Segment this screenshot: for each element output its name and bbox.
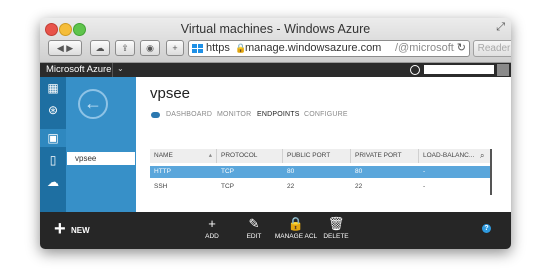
reload-icon[interactable]: ↻ <box>454 41 466 56</box>
column-header-public-port[interactable]: PUBLIC PORT <box>283 149 351 163</box>
globe-icon[interactable] <box>410 65 420 75</box>
trash-icon: 🗑 <box>327 216 345 231</box>
help-icon[interactable]: ? <box>482 224 491 233</box>
address-bar[interactable]: https 🔒 manage.windowsazure.com /@micros… <box>188 40 470 57</box>
share-icon: ⇪ <box>121 43 129 53</box>
portal-search-input[interactable] <box>424 65 494 74</box>
chevron-down-icon[interactable]: ⌄ <box>117 64 124 73</box>
service-nav: ▦ ⊛ ▣ ▯ ☁ <box>40 77 66 212</box>
table-row[interactable]: HTTP TCP 80 80 - <box>150 166 490 178</box>
mobile-services-icon[interactable]: ▯ <box>46 153 60 167</box>
tab-dashboard[interactable]: DASHBOARD <box>166 111 212 118</box>
sort-arrow-icon: ▴ <box>208 152 212 159</box>
cell-load-balanced: - <box>423 183 426 190</box>
avatar[interactable] <box>497 64 509 76</box>
share-button[interactable]: ⇪ <box>115 40 135 56</box>
tab-configure[interactable]: CONFIGURE <box>304 111 348 118</box>
virtual-machines-icon[interactable]: ▣ <box>46 131 60 145</box>
cell-public-port: 22 <box>287 183 295 190</box>
table-header: NAME ▴ PROTOCOL PUBLIC PORT PRIVATE PORT … <box>150 149 492 163</box>
cell-protocol: TCP <box>221 183 234 190</box>
column-header-private-port[interactable]: PRIVATE PORT <box>351 149 419 163</box>
table-row[interactable]: SSH TCP 22 22 - <box>150 181 490 193</box>
search-icon[interactable]: ⌕ <box>480 151 484 161</box>
column-header-load-balanced[interactable]: LOAD-BALANC... <box>419 149 476 163</box>
cell-load-balanced: - <box>423 168 426 175</box>
command-bar: + NEW + ADD ✎ EDIT 🔒 MANAGE ACL 🗑 DELETE… <box>40 212 511 249</box>
cell-name: HTTP <box>154 168 171 175</box>
portal-brand[interactable]: Microsoft Azure <box>46 64 111 75</box>
tab-monitor[interactable]: MONITOR <box>217 111 251 118</box>
back-arrow-icon[interactable]: ← <box>78 89 108 119</box>
subnav-item-vpsee[interactable]: vpsee <box>67 152 135 165</box>
sub-navigation: ← vpsee <box>66 77 136 212</box>
main-content: vpsee DASHBOARD MONITOR ENDPOINTS CONFIG… <box>136 77 511 212</box>
back-icon[interactable]: ◀ <box>57 43 64 53</box>
cell-private-port: 22 <box>355 183 363 190</box>
back-forward-buttons[interactable]: ◀ ▶ <box>48 40 82 56</box>
url-host: manage.windowsazure.com <box>245 42 382 54</box>
windows-logo-icon <box>192 44 203 53</box>
all-items-icon[interactable]: ▦ <box>46 81 60 95</box>
page-title: vpsee <box>150 85 191 102</box>
portal-header: Microsoft Azure ⌄ <box>40 63 511 77</box>
delete-button[interactable]: 🗑 DELETE <box>311 216 361 240</box>
cloud-services-icon[interactable]: ☁ <box>46 175 60 189</box>
new-plus-icon[interactable]: + <box>54 219 66 239</box>
new-button[interactable]: NEW <box>71 226 90 235</box>
column-header-protocol[interactable]: PROTOCOL <box>217 149 283 163</box>
icloud-tabs-button[interactable]: ☁ <box>90 40 110 56</box>
tab-endpoints[interactable]: ENDPOINTS <box>257 111 300 118</box>
cell-name: SSH <box>154 183 168 190</box>
cell-protocol: TCP <box>221 168 234 175</box>
cell-public-port: 80 <box>287 168 295 175</box>
fullscreen-icon[interactable]: ⤢ <box>496 21 505 34</box>
new-tab-button[interactable]: + <box>166 40 184 56</box>
plus-icon: + <box>172 43 178 53</box>
cloud-icon: ☁ <box>95 43 105 53</box>
browser-window: Virtual machines - Windows Azure ⤢ ◀ ▶ ☁… <box>40 18 511 249</box>
cloud-service-icon <box>151 112 160 118</box>
window-title: Virtual machines - Windows Azure <box>180 22 371 36</box>
forward-icon[interactable]: ▶ <box>66 43 73 53</box>
table-scrollbar[interactable] <box>490 149 492 195</box>
reader-button[interactable]: Reader <box>473 40 511 57</box>
column-header-name[interactable]: NAME ▴ <box>150 149 217 163</box>
web-sites-icon[interactable]: ⊛ <box>46 103 60 117</box>
url-path: /@microsoft.o <box>395 42 464 54</box>
extension-button[interactable]: ◉ <box>140 40 160 56</box>
header-divider <box>112 63 113 77</box>
url-scheme: https <box>206 42 230 54</box>
cell-private-port: 80 <box>355 168 363 175</box>
extension-icon: ◉ <box>146 43 154 53</box>
title-bar: Virtual machines - Windows Azure ⤢ ◀ ▶ ☁… <box>40 18 511 63</box>
delete-label: DELETE <box>323 233 349 240</box>
